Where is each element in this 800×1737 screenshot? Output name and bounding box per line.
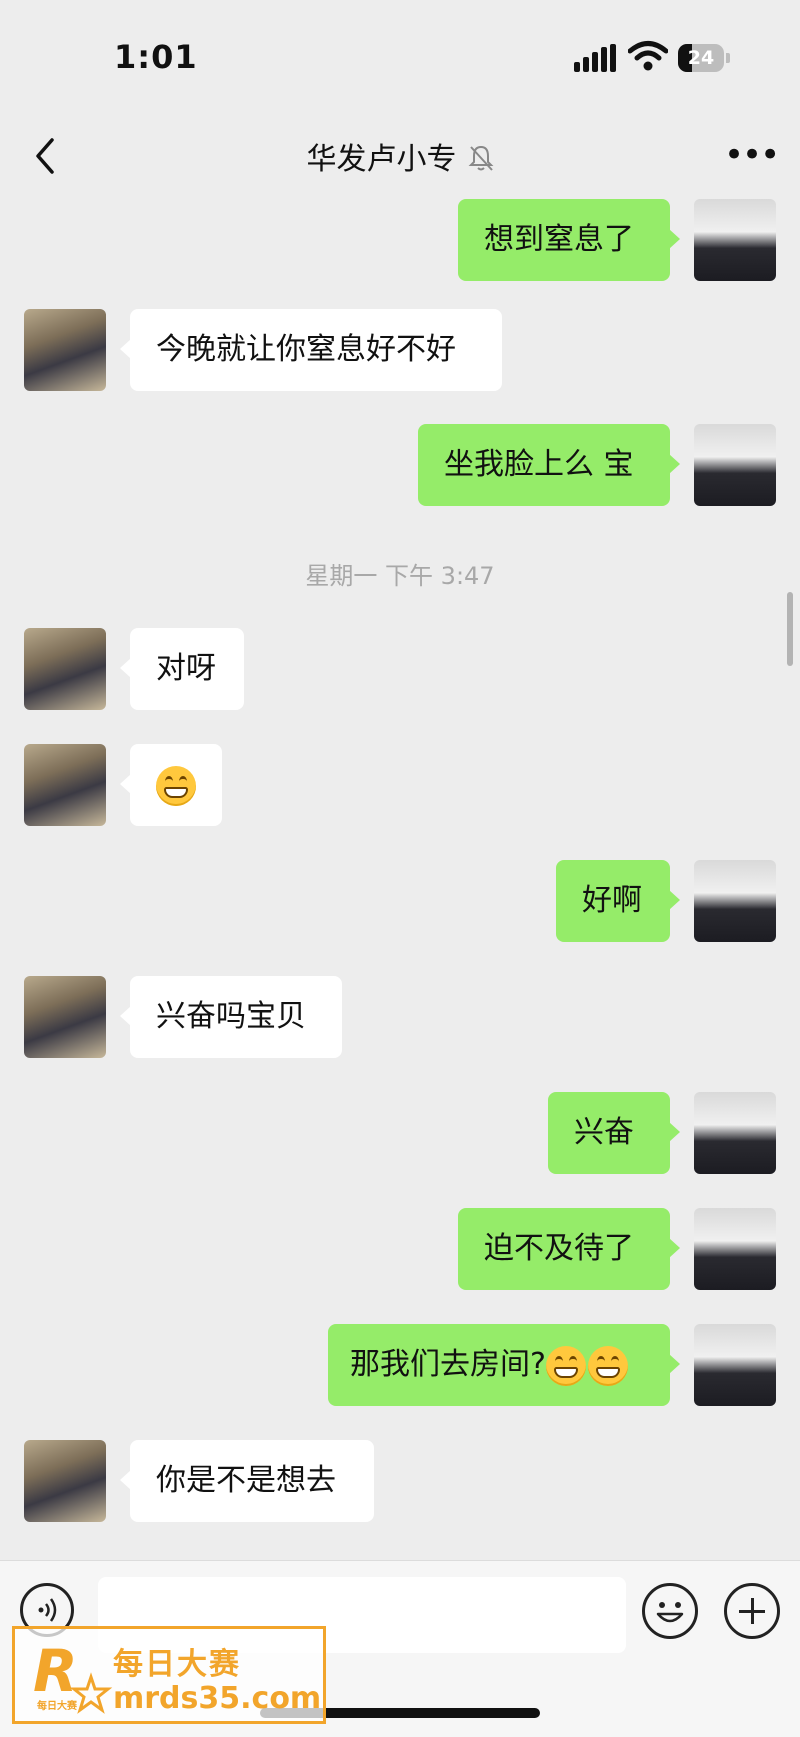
chat-title: 华发卢小专 (306, 142, 457, 177)
avatar[interactable] (694, 199, 776, 281)
chat-timestamp: 星期一 下午 3:47 (305, 562, 495, 590)
avatar[interactable] (694, 1092, 776, 1174)
avatar[interactable] (24, 628, 106, 710)
watermark-text: 每日大赛 (113, 1647, 241, 1682)
message-bubble-received[interactable]: 对呀 (120, 628, 244, 710)
watermark-url: mrds35.com (113, 1681, 322, 1716)
avatar[interactable] (694, 860, 776, 942)
battery-level: 24 (687, 47, 715, 69)
chat-title-wrap: 华发卢小专 (0, 134, 800, 178)
signal-icon (574, 44, 618, 72)
message-bubble-received[interactable] (120, 744, 222, 826)
more-options-icon[interactable]: ••• (724, 138, 780, 172)
wifi-icon (628, 41, 668, 71)
avatar[interactable] (24, 1440, 106, 1522)
avatar[interactable] (694, 424, 776, 506)
chat-header: 华发卢小专 ••• (0, 118, 800, 198)
grin-emoji-icon (587, 1345, 628, 1386)
message-bubble-sent[interactable]: 想到窒息了 (458, 199, 680, 281)
avatar[interactable] (24, 976, 106, 1058)
watermark-banner: R 每日大赛 每日大赛 mrds35.com (12, 1626, 326, 1724)
watermark-logo: R 每日大赛 (33, 1639, 113, 1714)
mute-bell-icon (468, 145, 493, 171)
avatar[interactable] (24, 744, 106, 826)
message-text: 那我们去房间? (350, 1347, 546, 1382)
message-bubble-sent[interactable]: 兴奋 (548, 1092, 680, 1174)
battery-icon: 24 (678, 44, 730, 72)
avatar[interactable] (694, 1324, 776, 1406)
message-bubble-sent[interactable]: 迫不及待了 (458, 1208, 680, 1290)
grin-emoji-icon (545, 1345, 586, 1386)
status-bar: 1:01 24 (0, 0, 800, 118)
message-bubble-received[interactable]: 兴奋吗宝贝 (120, 976, 342, 1058)
plus-icon[interactable] (724, 1583, 780, 1639)
message-bubble-sent[interactable]: 好啊 (556, 860, 680, 942)
message-bubble-received[interactable]: 你是不是想去 (120, 1440, 374, 1522)
grin-emoji-icon (156, 765, 196, 806)
avatar[interactable] (24, 309, 106, 391)
status-time: 1:01 (114, 38, 198, 76)
message-bubble-sent[interactable]: 那我们去房间? (328, 1324, 680, 1406)
avatar[interactable] (694, 1208, 776, 1290)
scrollbar[interactable] (787, 592, 793, 666)
svg-text:每日大赛: 每日大赛 (37, 1699, 78, 1712)
emoji-icon[interactable] (642, 1583, 698, 1639)
message-bubble-sent[interactable]: 坐我脸上么 宝 (418, 424, 680, 506)
message-bubble-received[interactable]: 今晚就让你窒息好不好 (120, 309, 502, 391)
svg-text:R: R (33, 1639, 78, 1705)
